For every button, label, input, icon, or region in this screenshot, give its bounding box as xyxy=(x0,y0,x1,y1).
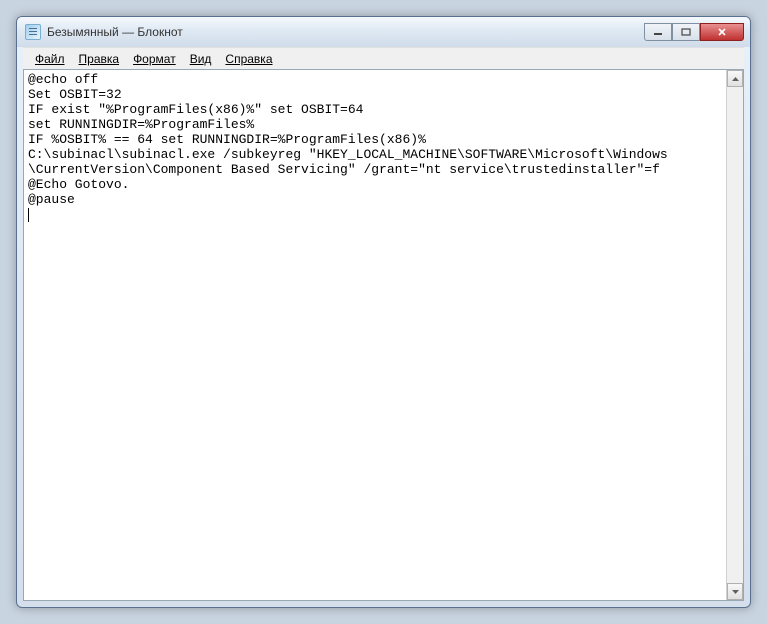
vertical-scrollbar[interactable] xyxy=(726,70,743,600)
minimize-button[interactable] xyxy=(644,23,672,41)
window-controls xyxy=(644,23,744,41)
menubar: Файл Правка Формат Вид Справка xyxy=(23,47,744,69)
notepad-window: Безымянный — Блокнот Файл Правка Формат … xyxy=(16,16,751,608)
text-line: @Echo Gotovo. xyxy=(28,177,129,192)
close-button[interactable] xyxy=(700,23,744,41)
text-line: C:\subinacl\subinacl.exe /subkeyreg "HKE… xyxy=(28,147,668,162)
text-cursor xyxy=(28,208,29,222)
content-area: @echo off Set OSBIT=32 IF exist "%Progra… xyxy=(23,69,744,601)
scroll-up-button[interactable] xyxy=(727,70,743,87)
maximize-button[interactable] xyxy=(672,23,700,41)
menu-help[interactable]: Справка xyxy=(219,50,278,68)
menu-view[interactable]: Вид xyxy=(184,50,218,68)
scroll-track[interactable] xyxy=(727,87,743,583)
text-line: Set OSBIT=32 xyxy=(28,87,122,102)
text-line: \CurrentVersion\Component Based Servicin… xyxy=(28,162,660,177)
titlebar[interactable]: Безымянный — Блокнот xyxy=(17,17,750,47)
scroll-down-button[interactable] xyxy=(727,583,743,600)
menu-format[interactable]: Формат xyxy=(127,50,182,68)
menu-file[interactable]: Файл xyxy=(29,50,71,68)
window-title: Безымянный — Блокнот xyxy=(47,25,644,39)
notepad-icon xyxy=(25,24,41,40)
menu-edit[interactable]: Правка xyxy=(73,50,126,68)
text-editor[interactable]: @echo off Set OSBIT=32 IF exist "%Progra… xyxy=(24,70,726,600)
text-line: @echo off xyxy=(28,72,98,87)
text-line: @pause xyxy=(28,192,75,207)
text-line: IF exist "%ProgramFiles(x86)%" set OSBIT… xyxy=(28,102,363,117)
text-line: set RUNNINGDIR=%ProgramFiles% xyxy=(28,117,254,132)
text-line: IF %OSBIT% == 64 set RUNNINGDIR=%Program… xyxy=(28,132,426,147)
